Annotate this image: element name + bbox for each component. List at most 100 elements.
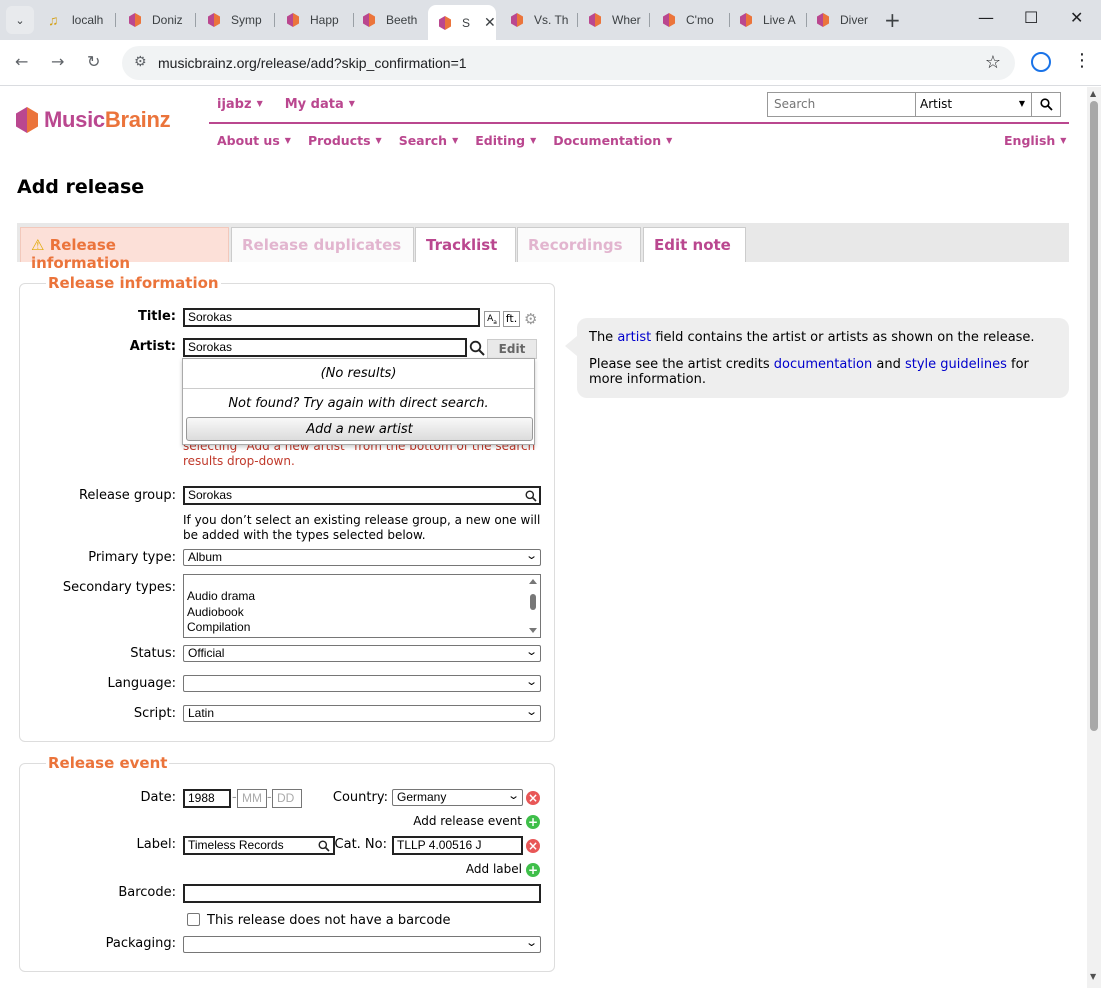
browser-tab[interactable]: Beeth — [352, 6, 428, 34]
language-select[interactable]: ⌄ — [183, 675, 541, 692]
title-input[interactable]: Sorokas — [183, 308, 480, 327]
address-bar[interactable]: ⚙ musicbrainz.org/release/add?skip_confi… — [122, 46, 1015, 80]
remove-release-event-icon[interactable]: × — [526, 791, 540, 805]
catno-input[interactable]: TLLP 4.00516 J — [392, 836, 523, 855]
maximize-button[interactable]: ☐ — [1024, 8, 1038, 27]
direct-search-item[interactable]: Not found? Try again with direct search. — [183, 389, 534, 419]
browser-tab[interactable]: ♫ localh — [38, 6, 116, 34]
country-label: Country: — [332, 790, 388, 805]
bookmark-star-icon[interactable]: ☆ — [985, 52, 1001, 73]
scrollbar-thumb[interactable] — [1090, 101, 1098, 731]
language-menu[interactable]: English ▼ — [1004, 133, 1066, 148]
release-group-input[interactable]: Sorokas — [183, 486, 541, 505]
search-icon[interactable] — [525, 490, 537, 502]
user-menu-my-data[interactable]: My data ▼ — [285, 97, 355, 112]
add-release-event-link[interactable]: Add release event — [360, 814, 522, 828]
caret-down-icon: ▼ — [375, 136, 382, 145]
menu-kebab-icon[interactable]: ⋮ — [1073, 50, 1091, 71]
search-input[interactable]: Search — [768, 93, 916, 116]
country-select[interactable]: Germany ⌄ — [392, 789, 523, 806]
add-label-link[interactable]: Add label — [400, 862, 522, 876]
list-item[interactable]: Audiobook — [187, 605, 540, 621]
menu-about-us[interactable]: About us ▼ — [217, 133, 291, 148]
musicbrainz-icon — [363, 13, 375, 27]
tab-tracklist[interactable]: Tracklist — [415, 227, 516, 262]
tab-edit-note[interactable]: Edit note — [643, 227, 746, 262]
artist-help-link[interactable]: artist — [617, 330, 651, 345]
browser-tab[interactable]: Vs. Th — [500, 6, 578, 34]
date-separator: - — [267, 790, 272, 805]
date-year-input[interactable]: 1988 — [183, 789, 231, 808]
search-icon[interactable] — [318, 840, 330, 852]
add-icon[interactable]: + — [526, 863, 540, 877]
list-item[interactable]: Compilation — [187, 620, 540, 636]
close-window-button[interactable]: ✕ — [1070, 8, 1083, 27]
user-menu-ijabz[interactable]: ijabz ▼ — [217, 97, 263, 112]
guess-case-icon[interactable]: Aa — [484, 311, 500, 327]
caret-down-icon: ▼ — [1060, 136, 1067, 145]
reload-icon[interactable]: ↻ — [87, 52, 100, 71]
scroll-up-icon[interactable]: ▲ — [1090, 89, 1096, 98]
no-barcode-label[interactable]: This release does not have a barcode — [207, 913, 451, 928]
primary-type-select[interactable]: Album ⌄ — [183, 549, 541, 566]
secondary-types-listbox[interactable]: Audio drama Audiobook Compilation — [183, 574, 541, 638]
browser-tab[interactable]: Doniz — [118, 6, 196, 34]
label-input[interactable]: Timeless Records — [183, 836, 335, 855]
minimize-button[interactable]: — — [978, 8, 994, 27]
musicbrainz-icon — [287, 13, 299, 27]
date-day-input[interactable]: DD — [272, 789, 302, 808]
caret-down-icon: ▼ — [256, 99, 263, 108]
tab-release-information[interactable]: ⚠ Release information — [20, 227, 229, 272]
musicbrainz-icon — [208, 13, 220, 27]
add-new-artist-button[interactable]: Add a new artist — [186, 417, 533, 441]
documentation-link[interactable]: documentation — [774, 357, 872, 372]
status-select[interactable]: Official ⌄ — [183, 645, 541, 662]
remove-label-icon[interactable]: × — [526, 839, 540, 853]
search-button[interactable] — [1031, 93, 1060, 116]
featured-artist-icon[interactable]: ft. — [503, 311, 520, 327]
menu-search[interactable]: Search ▼ — [399, 133, 459, 148]
tab-search-button[interactable]: ⌄ — [6, 6, 34, 34]
artist-edit-button[interactable]: Edit — [487, 339, 537, 359]
listbox-scrollbar[interactable] — [528, 577, 538, 635]
release-group-note: If you don’t select an existing release … — [183, 513, 541, 542]
script-select[interactable]: Latin ⌄ — [183, 705, 541, 722]
menu-editing[interactable]: Editing ▼ — [475, 133, 536, 148]
browser-tab[interactable]: Diver — [806, 6, 882, 34]
caret-down-icon: ▼ — [348, 99, 355, 108]
date-month-input[interactable]: MM — [237, 789, 267, 808]
close-icon[interactable]: ✕ — [484, 14, 496, 31]
search-type-select[interactable]: Artist ▼ — [916, 93, 1031, 116]
gear-icon[interactable]: ⚙ — [524, 310, 537, 328]
browser-tab[interactable]: Symp — [197, 6, 275, 34]
site-info-icon[interactable]: ⚙ — [134, 54, 147, 70]
tab-title: Wher — [612, 13, 641, 27]
artist-input[interactable]: Sorokas — [183, 338, 467, 357]
barcode-input[interactable] — [183, 884, 541, 903]
browser-tab[interactable]: Happ — [276, 6, 354, 34]
back-arrow-icon[interactable]: ← — [15, 52, 28, 71]
add-icon[interactable]: + — [526, 815, 540, 829]
scroll-down-icon[interactable]: ▼ — [1090, 972, 1096, 981]
browser-tab[interactable]: Wher — [578, 6, 650, 34]
menu-documentation[interactable]: Documentation ▼ — [553, 133, 672, 148]
chevron-down-icon: ⌄ — [524, 937, 538, 949]
no-barcode-checkbox[interactable] — [187, 913, 200, 926]
browser-tab[interactable]: Live A — [729, 6, 807, 34]
menu-products[interactable]: Products ▼ — [308, 133, 382, 148]
new-tab-button[interactable]: + — [884, 8, 901, 32]
search-icon[interactable] — [469, 340, 485, 356]
list-item[interactable]: Audio drama — [187, 589, 540, 605]
label-label: Label: — [136, 837, 176, 852]
browser-tab-active[interactable]: S ✕ — [428, 5, 496, 40]
forward-arrow-icon[interactable]: → — [51, 52, 64, 71]
url-text[interactable]: musicbrainz.org/release/add?skip_confirm… — [158, 55, 467, 71]
browser-tab[interactable]: C'mo — [652, 6, 730, 34]
musicbrainz-logo[interactable]: MusicBrainz — [16, 107, 171, 133]
packaging-select[interactable]: ⌄ — [183, 936, 541, 953]
page-scrollbar[interactable]: ▲ ▼ — [1087, 87, 1101, 988]
profile-icon[interactable] — [1031, 52, 1051, 72]
style-guidelines-link[interactable]: style guidelines — [905, 357, 1007, 372]
caret-down-icon: ▼ — [1018, 99, 1025, 108]
artist-label: Artist: — [129, 339, 176, 354]
